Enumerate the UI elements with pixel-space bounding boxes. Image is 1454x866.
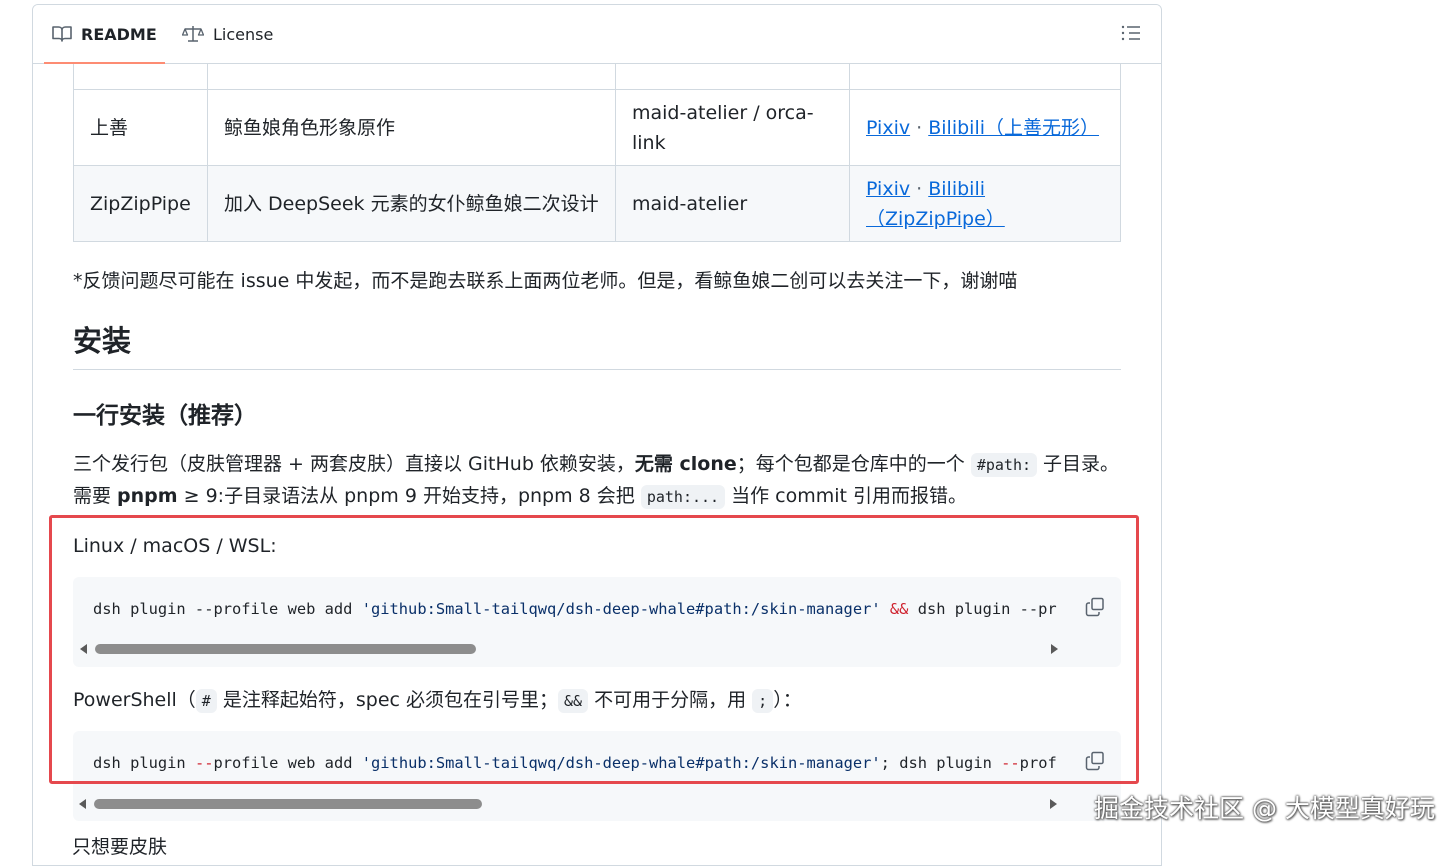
scroll-right-arrow[interactable]: [1050, 799, 1057, 809]
scale-icon: [182, 25, 204, 43]
author-description: 鲸鱼娘角色形象原作: [207, 89, 616, 166]
readme-tabbar: README License: [33, 5, 1161, 64]
readme-panel: README License 大 上善 鲸鱼娘角色形象原作 m: [32, 4, 1162, 866]
pixiv-link[interactable]: Pixiv: [866, 117, 910, 139]
scroll-thumb[interactable]: [94, 799, 482, 809]
one-line-install-heading: 一行安装（推荐）: [73, 403, 257, 429]
author-links: Pixiv · Bilibili（ZipZipPipe）: [849, 165, 1121, 242]
scroll-thumb[interactable]: [95, 644, 476, 654]
outline-button[interactable]: [1121, 24, 1141, 46]
inline-code: path:...: [640, 485, 726, 509]
cut-off-paragraph: 只想要皮肤: [72, 836, 168, 858]
scroll-right-arrow[interactable]: [1051, 644, 1058, 654]
table-row: 上善 鲸鱼娘角色形象原作 maid-atelier / orca-link Pi…: [73, 89, 1121, 166]
list-icon: [1121, 25, 1141, 46]
feedback-note: *反馈问题尽可能在 issue 中发起，而不是跑去联系上面两位老师。但是，看鲸鱼…: [73, 270, 1018, 292]
pixiv-link[interactable]: Pixiv: [866, 178, 910, 200]
author-description: 加入 DeepSeek 元素的女仆鲸鱼娘二次设计: [207, 165, 616, 242]
install-intro: 三个发行包（皮肤管理器 + 两套皮肤）直接以 GitHub 依赖安装，无需 cl…: [73, 453, 1120, 509]
install-heading: 安装: [73, 319, 1121, 370]
book-icon: [52, 25, 72, 43]
link-separator: ·: [916, 116, 923, 139]
author-name: 上善: [73, 89, 208, 166]
tab-license[interactable]: License: [182, 5, 273, 63]
credits-table: 大 上善 鲸鱼娘角色形象原作 maid-atelier / orca-link …: [73, 26, 1121, 242]
scroll-left-arrow[interactable]: [79, 799, 86, 809]
linux-label: Linux / macOS / WSL:: [73, 535, 277, 557]
bilibili-link[interactable]: Bilibili（上善无形）: [928, 117, 1099, 139]
linux-command: dsh plugin --profile web add 'github:Sma…: [93, 600, 1057, 618]
author-name: ZipZipPipe: [73, 165, 208, 242]
inline-code: #path:: [970, 453, 1038, 477]
copy-button[interactable]: [1069, 743, 1121, 783]
tab-readme[interactable]: README: [44, 5, 165, 64]
package-name: maid-atelier / orca-link: [615, 89, 850, 166]
copy-icon: [1085, 597, 1105, 621]
tab-readme-label: README: [81, 24, 157, 44]
horizontal-scrollbar[interactable]: [72, 797, 1064, 813]
tab-license-label: License: [213, 24, 274, 44]
author-links: Pixiv · Bilibili（上善无形）: [849, 89, 1121, 166]
scroll-left-arrow[interactable]: [80, 644, 87, 654]
linux-code-block[interactable]: dsh plugin --profile web add 'github:Sma…: [73, 577, 1121, 667]
powershell-command: dsh plugin --profile web add 'github:Sma…: [93, 754, 1057, 772]
link-separator: ·: [916, 177, 923, 200]
powershell-label: PowerShell（ # 是注释起始符，spec 必须包在引号里； && 不可用于…: [73, 689, 802, 713]
package-name: maid-atelier: [615, 165, 850, 242]
horizontal-scrollbar[interactable]: [73, 642, 1065, 656]
copy-button[interactable]: [1069, 589, 1121, 629]
table-row: ZipZipPipe 加入 DeepSeek 元素的女仆鲸鱼娘二次设计 maid…: [73, 165, 1121, 242]
copy-icon: [1085, 751, 1105, 775]
watermark: 掘金技术社区 @ 大模型真好玩: [1094, 794, 1435, 823]
